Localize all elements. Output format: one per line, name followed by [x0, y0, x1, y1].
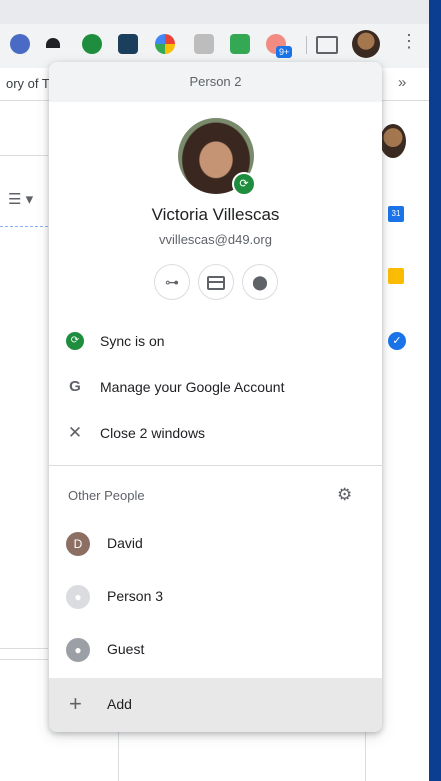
cast-icon[interactable] — [316, 36, 338, 54]
sync-badge-icon: ⟳ — [232, 172, 256, 196]
location-pin-icon: ⬤ — [252, 274, 268, 290]
person-name: David — [107, 535, 143, 551]
payment-methods-button[interactable] — [198, 264, 234, 300]
bookmark-item[interactable]: ory of T — [6, 76, 50, 91]
toolbar-divider — [0, 155, 48, 156]
passwords-button[interactable]: ⊶ — [154, 264, 190, 300]
extension-badge: 9+ — [276, 46, 293, 58]
plus-icon: + — [69, 691, 82, 716]
extension-screencast-icon[interactable] — [118, 34, 138, 54]
other-people-heading: Other People — [68, 488, 145, 503]
person-name: Person 3 — [107, 588, 164, 604]
avatar-initial: D — [66, 532, 90, 556]
calendar-icon[interactable]: 31 — [388, 206, 404, 222]
extension-globe-icon[interactable] — [10, 34, 30, 54]
ruler — [0, 226, 48, 231]
more-menu-icon[interactable]: ⋮ — [400, 32, 418, 50]
add-person-item[interactable]: + Add — [49, 678, 382, 732]
person-silhouette-icon: ● — [66, 585, 90, 609]
payment-card-icon — [207, 276, 225, 291]
doc-user-avatar[interactable] — [380, 124, 406, 158]
person-item-david[interactable]: D David — [49, 519, 382, 569]
person-item-guest[interactable]: ● Guest — [49, 625, 382, 675]
extension-d-icon[interactable] — [82, 34, 102, 54]
toolbar-separator — [306, 36, 307, 54]
profile-photo: ⟳ — [178, 118, 256, 196]
google-g-icon: G — [69, 378, 81, 395]
bulleted-list-icon[interactable]: ☰ ▾ — [8, 190, 33, 208]
key-icon: ⊶ — [165, 274, 179, 290]
user-name: Victoria Villescas — [151, 205, 280, 224]
extension-arch-icon[interactable] — [46, 38, 60, 48]
extension-notification-icon[interactable]: 9+ — [266, 34, 293, 58]
tab-strip — [0, 0, 441, 24]
sync-icon: ⟳ — [66, 332, 84, 350]
person-item-person-3[interactable]: ● Person 3 — [49, 572, 382, 622]
gear-icon[interactable]: ⚙ — [337, 485, 352, 505]
menu-divider — [49, 465, 382, 466]
profile-menu-header: Person 2 — [49, 62, 382, 102]
extension-reader-icon[interactable] — [194, 34, 214, 54]
close-windows-item[interactable]: ✕ Close 2 windows — [49, 410, 382, 456]
document-page — [118, 730, 366, 781]
guest-icon: ● — [66, 638, 90, 662]
close-icon: ✕ — [67, 423, 83, 442]
addresses-button[interactable]: ⬤ — [242, 264, 278, 300]
window-edge — [429, 0, 441, 781]
manage-account-label: Manage your Google Account — [100, 379, 285, 395]
profile-avatar-button[interactable] — [352, 30, 380, 58]
extension-screenshot-icon[interactable] — [230, 34, 250, 54]
sync-status-item[interactable]: ⟳ Sync is on — [49, 318, 382, 364]
user-email: vvillescas@d49.org — [159, 232, 272, 247]
document-edge — [0, 648, 48, 660]
tasks-icon[interactable]: ✓ — [388, 332, 406, 350]
keep-icon[interactable] — [388, 268, 404, 284]
extension-pinwheel-icon[interactable] — [155, 34, 175, 54]
add-label: Add — [107, 696, 132, 712]
profile-menu: Person 2 ⟳ Victoria Villescas vvillescas… — [49, 62, 382, 732]
person-name: Guest — [107, 641, 145, 657]
close-windows-label: Close 2 windows — [100, 425, 206, 441]
manage-account-item[interactable]: G Manage your Google Account — [49, 364, 382, 410]
bookmarks-overflow-icon[interactable]: » — [398, 74, 406, 91]
sync-label: Sync is on — [100, 333, 165, 349]
